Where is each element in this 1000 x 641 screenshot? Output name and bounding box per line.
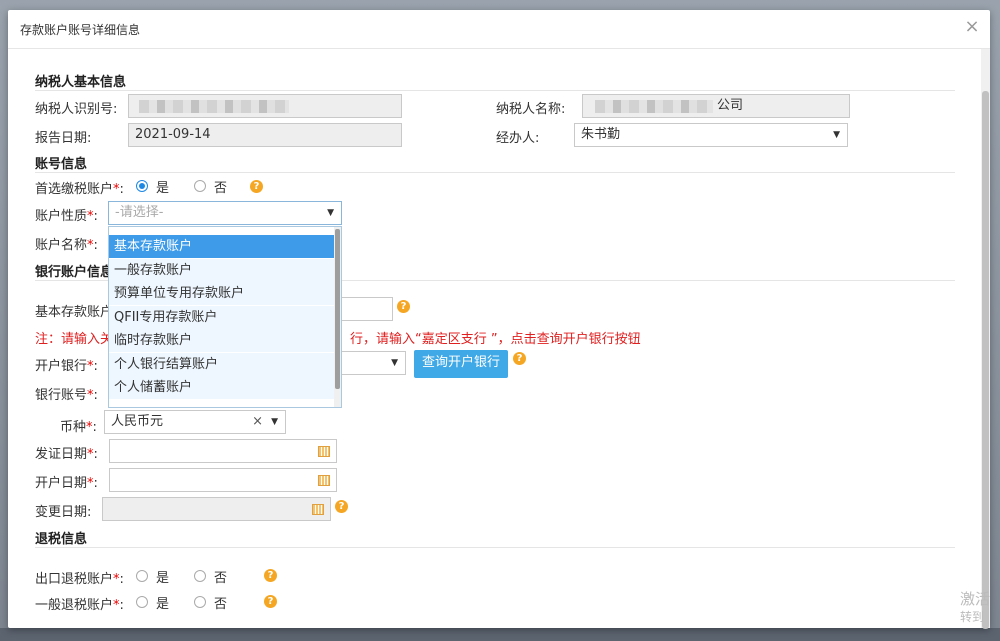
- preferred-no-label: 否: [214, 181, 228, 196]
- dropdown-option[interactable]: QFII专用存款账户: [109, 305, 335, 329]
- export-refund-label: 出口退税账户*:: [35, 572, 124, 587]
- help-icon[interactable]: ?: [264, 595, 277, 608]
- redacted-block: [595, 100, 713, 113]
- dropdown-scrollbar-thumb[interactable]: [335, 229, 340, 389]
- account-nature-select[interactable]: -请选择- ▼: [108, 201, 342, 225]
- calendar-icon[interactable]: [318, 446, 330, 457]
- dropdown-option[interactable]: 临时存款账户: [109, 329, 335, 352]
- dialog-scrollbar-thumb[interactable]: [982, 91, 989, 629]
- open-date-field[interactable]: [109, 468, 337, 492]
- dropdown-option[interactable]: 基本存款账户: [109, 235, 335, 258]
- preferred-yes-label: 是: [156, 181, 170, 196]
- basic-account-field[interactable]: [338, 297, 393, 321]
- section-taxpayer-title: 纳税人基本信息: [35, 75, 127, 90]
- bank-note-suffix: 行，请输入“嘉定区支行 ”，点击查询开户银行按钮: [350, 332, 641, 347]
- watermark-line1: 激活: [960, 590, 991, 608]
- change-date-field: [102, 497, 331, 521]
- section-refund-title: 退税信息: [35, 532, 88, 547]
- preferred-no-radio[interactable]: [194, 180, 206, 192]
- bank-label: 开户银行*:: [35, 359, 98, 374]
- calendar-icon: [312, 504, 324, 515]
- taxpayer-id-label: 纳税人识别号:: [35, 102, 118, 117]
- account-nature-placeholder: -请选择-: [115, 205, 164, 220]
- issue-date-field[interactable]: [109, 439, 337, 463]
- handler-value: 朱书勤: [581, 127, 621, 142]
- taxpayer-name-suffix: 公司: [717, 98, 744, 113]
- chevron-down-icon: ▼: [271, 417, 278, 427]
- export-yes-label: 是: [156, 571, 170, 586]
- handler-select[interactable]: 朱书勤 ▼: [574, 123, 848, 147]
- general-refund-label: 一般退税账户*:: [35, 598, 124, 613]
- chevron-down-icon: ▼: [391, 358, 398, 368]
- export-no-radio[interactable]: [194, 570, 206, 582]
- redacted-block: [139, 100, 289, 113]
- dropdown-scrollbar[interactable]: [334, 227, 341, 407]
- section-account-title: 账号信息: [35, 157, 88, 172]
- dropdown-option[interactable]: 一般存款账户: [109, 258, 335, 282]
- general-yes-label: 是: [156, 597, 170, 612]
- help-icon[interactable]: ?: [264, 569, 277, 582]
- currency-select[interactable]: 人民币元 × ▼: [104, 410, 286, 434]
- divider: [35, 547, 955, 548]
- help-icon[interactable]: ?: [250, 180, 263, 193]
- section-bank-title: 银行账户信息: [35, 265, 114, 280]
- open-date-label: 开户日期*:: [35, 476, 98, 491]
- general-no-radio[interactable]: [194, 596, 206, 608]
- divider: [35, 90, 955, 91]
- preferred-account-label: 首选缴税账户*:: [35, 182, 124, 197]
- help-icon[interactable]: ?: [335, 500, 348, 513]
- watermark-line2: 转到: [960, 610, 985, 624]
- dialog-scrollbar[interactable]: [981, 49, 990, 629]
- help-icon[interactable]: ?: [513, 352, 526, 365]
- currency-value: 人民币元: [111, 414, 164, 429]
- change-date-label: 变更日期:: [35, 505, 92, 520]
- general-yes-radio[interactable]: [136, 596, 148, 608]
- calendar-icon[interactable]: [318, 475, 330, 486]
- dialog-title: 存款账户账号详细信息: [20, 23, 141, 37]
- report-date-field: 2021-09-14: [128, 123, 402, 147]
- chevron-down-icon: ▼: [833, 130, 840, 140]
- issue-date-label: 发证日期*:: [35, 447, 98, 462]
- report-date-label: 报告日期:: [35, 131, 92, 146]
- export-no-label: 否: [214, 571, 228, 586]
- divider: [35, 172, 955, 173]
- taxpayer-name-label: 纳税人名称:: [496, 102, 566, 117]
- general-no-label: 否: [214, 597, 228, 612]
- account-nature-dropdown: 基本存款账户 一般存款账户 预算单位专用存款账户 QFII专用存款账户 临时存款账户 个人…: [108, 226, 342, 408]
- watermark: 激活 转到: [960, 590, 990, 626]
- clear-icon[interactable]: ×: [252, 411, 263, 433]
- handler-label: 经办人:: [496, 131, 540, 146]
- basic-account-label: 基本存款账户: [35, 305, 114, 320]
- account-nature-label: 账户性质*:: [35, 209, 98, 224]
- preferred-yes-radio[interactable]: [136, 180, 148, 192]
- help-icon[interactable]: ?: [397, 300, 410, 313]
- bank-note-prefix: 注：请输入关: [35, 332, 114, 347]
- taxpayer-name-field: 公司: [582, 94, 850, 118]
- account-name-label: 账户名称*:: [35, 238, 98, 253]
- account-number-label: 银行账号*:: [35, 388, 98, 403]
- query-bank-button[interactable]: 查询开户银行: [414, 350, 508, 378]
- dropdown-option[interactable]: 预算单位专用存款账户: [109, 282, 335, 305]
- dropdown-option[interactable]: 个人银行结算账户: [109, 352, 335, 376]
- background-bottom: [0, 628, 1000, 641]
- chevron-down-icon: ▼: [327, 208, 334, 218]
- close-icon[interactable]: ×: [962, 17, 982, 37]
- export-yes-radio[interactable]: [136, 570, 148, 582]
- dropdown-option[interactable]: 个人储蓄账户: [109, 376, 335, 399]
- taxpayer-id-field: [128, 94, 402, 118]
- report-date-value: 2021-09-14: [135, 127, 211, 142]
- dialog-header: 存款账户账号详细信息 ×: [8, 10, 990, 49]
- currency-label: 币种*:: [60, 420, 97, 435]
- bank-select[interactable]: ▼: [338, 351, 406, 375]
